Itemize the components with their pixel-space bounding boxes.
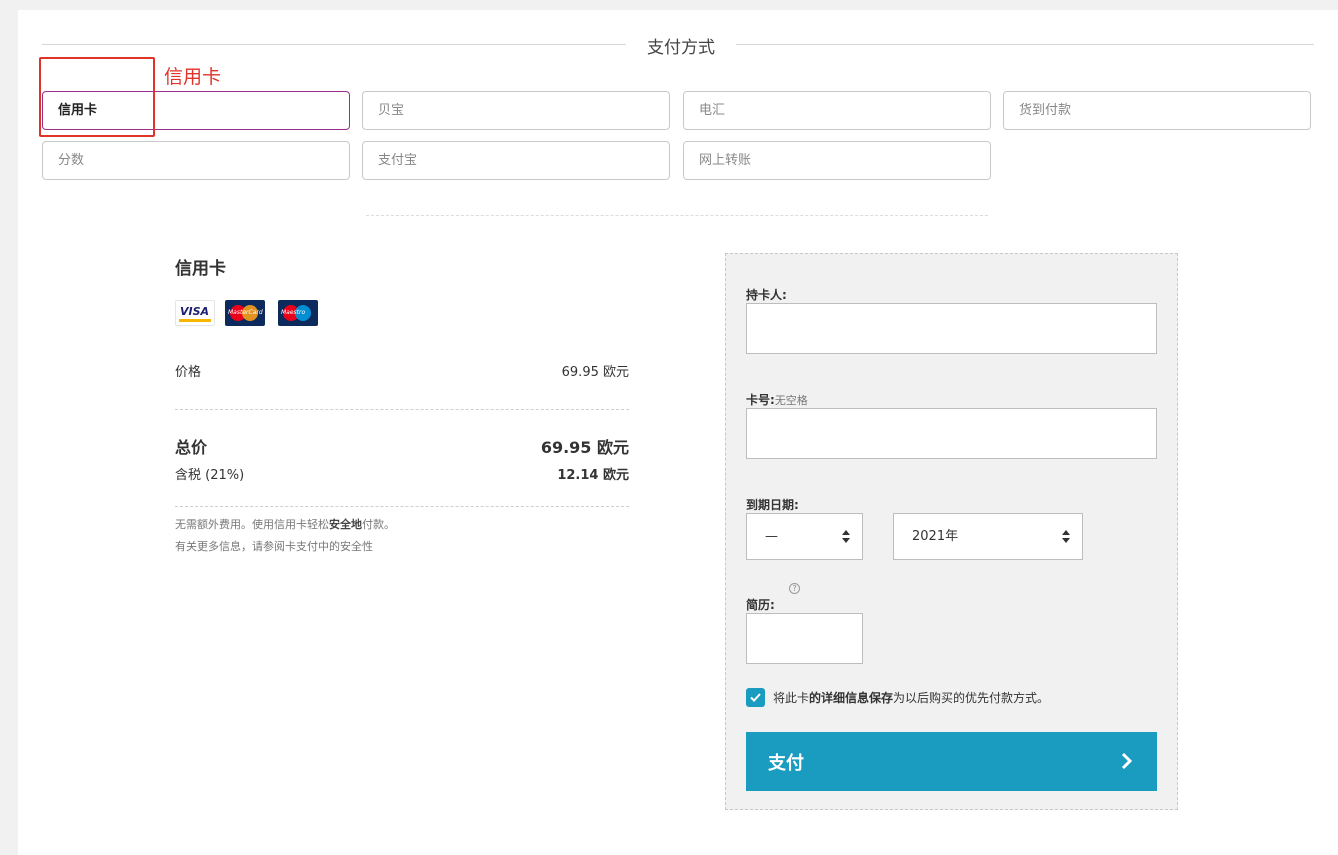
maestro-logo: Maestro [278,300,318,326]
heading-divider-left [42,44,626,45]
pay-button-label: 支付 [768,753,804,774]
summary-divider [175,409,629,410]
expiry-label: 到期日期: [746,498,799,512]
tab-cash-on-delivery[interactable]: 货到付款 [1003,91,1311,130]
expiry-month-select[interactable]: — [746,513,863,560]
fee-note-text: 无需额外费用。使用信用卡轻松 [175,518,329,531]
select-arrows-icon [842,530,850,544]
security-info-link[interactable]: 有关更多信息，请参阅卡支付中的安全性 [175,538,373,554]
visa-text: VISA [180,305,210,318]
save-card-checkbox[interactable] [746,688,765,707]
card-form-panel: 持卡人: 卡号:无空格 到期日期: — 2021年 简历: ? 将此卡的详细信息… [725,253,1178,810]
pay-button[interactable]: 支付 [746,732,1157,791]
tab-online-transfer[interactable]: 网上转账 [683,141,991,180]
checkout-page: 支付方式 信用卡 贝宝 电汇 货到付款 分数 支付宝 网上转账 信用卡 信用卡 … [18,10,1338,855]
card-number-hint: 无空格 [774,394,808,407]
save-card-label: 将此卡的详细信息保存为以后购买的优先付款方式。 [773,689,1049,706]
summary-title: 信用卡 [175,259,226,279]
expiry-month-value: — [765,529,778,544]
fee-note-bold: 安全地 [329,518,362,531]
expiry-year-value: 2021年 [912,529,959,544]
select-arrows-icon [1062,530,1070,544]
cardholder-input[interactable] [746,303,1157,354]
heading-divider-right [736,44,1314,45]
card-number-label: 卡号:无空格 [746,391,808,408]
price-value: 69.95 欧元 [561,365,629,380]
cvv-label: 简历: [746,598,775,612]
mastercard-logo: MasterCard [225,300,265,326]
visa-stripe [179,319,211,322]
summary-divider-2 [175,506,629,507]
section-divider [366,215,988,216]
maestro-text: Maestro [281,309,306,316]
visa-logo: VISA [175,300,215,326]
total-value: 69.95 欧元 [540,438,629,457]
card-number-label-text: 卡号: [746,393,775,407]
tab-alipay[interactable]: 支付宝 [362,141,670,180]
annotation-highlight-box [39,57,155,137]
save-card-text: 将此卡 [773,691,810,705]
help-icon[interactable]: ? [789,583,800,594]
tax-value: 12.14 欧元 [557,468,629,483]
chevron-right-icon [1121,752,1133,770]
expiry-year-select[interactable]: 2021年 [893,513,1083,560]
fee-note-end: 付款。 [362,518,395,531]
total-label: 总价 [175,438,208,457]
save-card-bold: 的详细信息保存 [809,691,894,705]
save-card-end: 为以后购买的优先付款方式。 [893,691,1050,705]
price-label: 价格 [175,365,202,380]
card-number-input[interactable] [746,408,1157,459]
cvv-input[interactable] [746,613,863,664]
cardholder-label: 持卡人: [746,288,787,302]
mastercard-text: MasterCard [228,309,263,316]
tax-label: 含税 (21%) [175,468,245,483]
annotation-label: 信用卡 [164,66,222,88]
checkmark-icon [750,693,761,702]
tab-installments[interactable]: 分数 [42,141,350,180]
payment-method-heading: 支付方式 [647,38,715,58]
tab-wire-transfer[interactable]: 电汇 [683,91,991,130]
fee-note: 无需额外费用。使用信用卡轻松安全地付款。 [175,516,395,532]
tab-paypal[interactable]: 贝宝 [362,91,670,130]
